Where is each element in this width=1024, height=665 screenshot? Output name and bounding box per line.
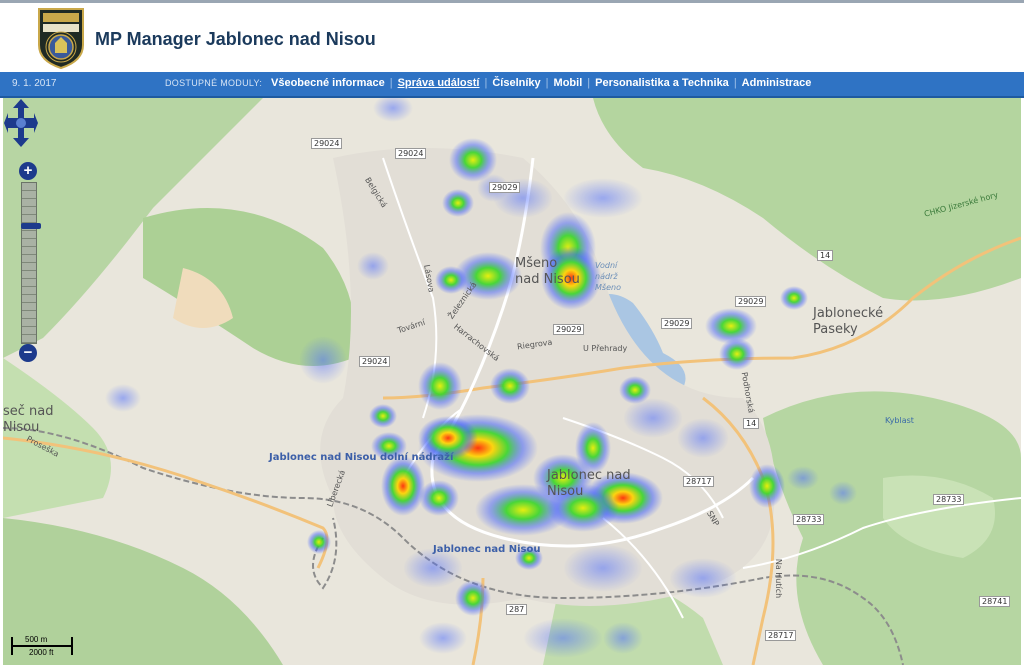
current-date: 9. 1. 2017 [12,78,57,89]
place-label-jablonecke-paseky: Jablonecké Paseky [813,306,884,337]
menu-item-personalistika[interactable]: Personalistika a Technika [595,77,729,89]
menu-separator: | [545,77,549,89]
road-label: 29029 [735,296,767,307]
road-label: 14 [817,250,834,261]
road-label: 29029 [489,182,521,193]
module-menu: Všeobecné informace | Správa událostí | Číse… [271,77,811,89]
place-label-mseno: Mšeno nad Nisou [515,256,580,287]
zoom-slider[interactable] [21,182,41,344]
scale-imperial-label: 2000 ft [29,648,54,657]
road-label: 29024 [395,148,427,159]
road-label: 28741 [979,596,1011,607]
station-label-main: Jablonec nad Nisou [433,544,541,555]
street-label: U Přehrady [583,344,628,353]
pan-control[interactable] [3,98,39,148]
road-label: 28717 [765,630,797,641]
road-label: 287 [506,604,528,615]
zoom-slider-handle[interactable] [21,223,41,229]
road-label: 29024 [359,356,391,367]
station-label-dolni: Jablonec nad Nisou dolní nádraží [269,452,454,463]
place-label-sec: seč nad Nisou [3,404,54,435]
road-label: 29029 [661,318,693,329]
menu-item-mobil[interactable]: Mobil [554,77,583,89]
zoom-control: + − [17,162,41,362]
street-label: Na Hutích [774,558,784,599]
road-label: 14 [743,418,760,429]
menu-item-sprava-udalosti[interactable]: Správa událostí [398,77,480,89]
menu-item-administrace[interactable]: Administrace [742,77,812,89]
menu-item-vseobecne-informace[interactable]: Všeobecné informace [271,77,385,89]
map-scale: 500 m 2000 ft [11,633,81,659]
menu-separator: | [587,77,591,89]
road-label: 28717 [683,476,715,487]
place-label-jablonec: Jablonec nad Nisou [547,468,631,499]
water-label: Vodní nádrž Mšeno [595,261,621,292]
menu-separator: | [733,77,737,89]
road-label: 28733 [933,494,965,505]
module-navbar: 9. 1. 2017 DOSTUPNÉ MODULY: Všeobecné in… [0,72,1024,98]
heatmap-map[interactable]: 29024 29024 29024 29029 29029 29029 2902… [3,98,1021,665]
mestska-policie-logo [38,8,84,69]
zoom-in-button[interactable]: + [19,162,37,180]
road-label: 28733 [793,514,825,525]
zoom-out-button[interactable]: − [19,344,37,362]
scale-metric-label: 500 m [25,635,48,644]
modules-label: DOSTUPNÉ MODULY: [165,78,263,88]
app-title: MP Manager Jablonec nad Nisou [95,29,376,49]
menu-separator: | [484,77,488,89]
scale-bar [11,645,73,647]
poi-label: Kyblast [885,416,914,425]
road-label: 29029 [553,324,585,335]
road-label: 29024 [311,138,343,149]
menu-item-ciselniky[interactable]: Číselníky [492,77,540,89]
app-header: MP Manager Jablonec nad Nisou [0,3,1024,72]
menu-separator: | [389,77,393,89]
scale-tick [71,637,73,655]
